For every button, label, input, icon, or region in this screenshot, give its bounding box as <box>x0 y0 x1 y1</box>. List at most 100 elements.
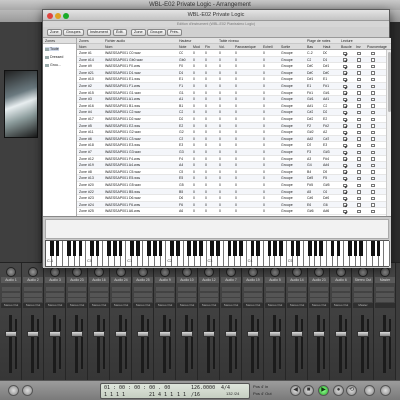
loop-checkbox[interactable] <box>343 130 347 135</box>
cell-file[interactable]: WAESSAP001 F0.wav <box>105 63 140 70</box>
cell-note[interactable]: E1 <box>179 76 183 83</box>
reverse-checkbox[interactable] <box>357 84 361 89</box>
fade-checkbox[interactable] <box>371 183 375 188</box>
cell-out[interactable]: Groupe <box>281 129 293 136</box>
cell-vol[interactable]: 0 <box>219 175 221 182</box>
reverse-checkbox[interactable] <box>357 170 361 174</box>
fade-checkbox[interactable] <box>371 84 375 89</box>
cell-name[interactable]: Zone #10 <box>79 76 94 83</box>
loop-checkbox[interactable] <box>343 104 347 108</box>
piano-black-key[interactable] <box>118 241 123 256</box>
reverse-checkbox[interactable] <box>357 163 361 168</box>
cell-scale[interactable]: 0 <box>263 76 265 83</box>
piano-black-key[interactable] <box>273 241 278 256</box>
cell-pan[interactable]: 0 <box>235 136 237 143</box>
cell-hi[interactable]: G#5 <box>323 182 330 189</box>
cell-hi[interactable]: E1 <box>323 76 327 83</box>
insert-slot[interactable] <box>376 298 394 302</box>
cell-out[interactable]: Groupe <box>281 208 293 215</box>
reverse-checkbox[interactable] <box>357 71 361 75</box>
reverse-checkbox[interactable] <box>357 104 361 108</box>
edit-menu[interactable]: Édit. <box>113 29 127 36</box>
cell-lo[interactable]: G#6 <box>307 208 314 215</box>
pan-knob[interactable] <box>182 267 192 277</box>
insert-slot[interactable] <box>90 287 108 291</box>
insert-slot[interactable] <box>24 298 42 302</box>
insert-slot[interactable] <box>134 287 152 291</box>
rewind-button[interactable]: ◀ <box>290 385 301 396</box>
cell-vol[interactable]: 0 <box>219 142 221 149</box>
cell-trsp[interactable]: 0 <box>205 116 207 123</box>
cell-lo[interactable]: A#1 <box>307 103 313 110</box>
cell-vol[interactable]: 0 <box>219 76 221 83</box>
pan-knob[interactable] <box>50 267 60 277</box>
cell-scale[interactable]: 0 <box>263 162 265 169</box>
fade-checkbox[interactable] <box>371 110 375 115</box>
cell-name[interactable]: Zone #15 <box>79 90 94 97</box>
piano-black-key[interactable] <box>290 241 295 256</box>
loop-checkbox[interactable] <box>343 203 347 207</box>
cell-out[interactable]: Groupe <box>281 123 293 130</box>
cell-lo[interactable]: D3 <box>307 142 311 149</box>
cell-fine[interactable]: 0 <box>193 175 195 182</box>
fader-track[interactable] <box>295 315 298 373</box>
loop-checkbox[interactable] <box>343 124 347 128</box>
cell-vol[interactable]: 0 <box>219 129 221 136</box>
piano-black-key[interactable] <box>336 241 341 256</box>
insert-slot[interactable] <box>2 298 20 302</box>
insert-slot[interactable] <box>156 293 174 297</box>
cell-note[interactable]: A4 <box>179 162 183 169</box>
cell-trsp[interactable]: 0 <box>205 63 207 70</box>
cell-name[interactable]: Zone #5 <box>79 123 92 130</box>
cell-fine[interactable]: 0 <box>193 162 195 169</box>
cell-out[interactable]: Groupe <box>281 103 293 110</box>
pan-knob[interactable] <box>204 267 214 277</box>
reverse-checkbox[interactable] <box>357 183 361 188</box>
fade-checkbox[interactable] <box>371 104 375 108</box>
cell-trsp[interactable]: 0 <box>205 182 207 189</box>
cell-file[interactable]: WAESSAP001 G5.wav <box>105 182 141 189</box>
cell-file[interactable]: WAESSAP001 B1.wav <box>105 103 140 110</box>
cell-hi[interactable]: F5 <box>323 175 327 182</box>
cell-trsp[interactable]: 0 <box>205 149 207 156</box>
cell-hi[interactable]: F#4 <box>323 156 329 163</box>
cell-note[interactable]: C2 <box>179 109 183 116</box>
fader-track[interactable] <box>119 315 122 373</box>
cell-note[interactable]: G5 <box>179 182 184 189</box>
loop-checkbox[interactable] <box>343 51 347 56</box>
table-row[interactable]: Zone #6 WAESSAP001 C3.wav C3 0 0 0 0 0 Groupe A#2… <box>77 135 391 143</box>
cell-file[interactable]: WAESSAP001 C2.wav <box>105 109 141 116</box>
piano-black-key[interactable] <box>376 241 381 256</box>
cell-file[interactable]: WAESSAP001 G1.wav <box>105 90 141 97</box>
loop-checkbox[interactable] <box>343 209 347 214</box>
fade-checkbox[interactable] <box>371 91 375 95</box>
cell-pan[interactable]: 0 <box>235 175 237 182</box>
fade-checkbox[interactable] <box>371 143 375 148</box>
fade-checkbox[interactable] <box>371 71 375 75</box>
cell-vol[interactable]: 0 <box>219 103 221 110</box>
insert-slot[interactable] <box>134 293 152 297</box>
cell-scale[interactable]: 0 <box>263 175 265 182</box>
pan-knob[interactable] <box>72 267 82 277</box>
cell-hi[interactable]: D0 <box>323 50 327 57</box>
reverse-checkbox[interactable] <box>357 117 361 122</box>
cell-vol[interactable]: 0 <box>219 123 221 130</box>
cell-fine[interactable]: 0 <box>193 57 195 64</box>
cell-fine[interactable]: 0 <box>193 189 195 196</box>
volume-fader[interactable] <box>159 331 171 337</box>
volume-fader[interactable] <box>137 331 149 337</box>
pan-knob[interactable] <box>94 267 104 277</box>
table-row[interactable]: Zone #4 WAESSAP001 C2.wav C2 0 0 0 0 0 Groupe C#2… <box>77 109 391 116</box>
loop-checkbox[interactable] <box>343 64 347 69</box>
table-row[interactable]: Zone #3 WAESSAP001 A1.wav A1 0 0 0 0 0 Groupe G#1… <box>77 96 391 103</box>
cell-note[interactable]: D2 <box>179 116 183 123</box>
cell-out[interactable]: Groupe <box>281 50 293 57</box>
cell-out[interactable]: Groupe <box>281 162 293 169</box>
cell-note[interactable]: B1 <box>179 103 183 110</box>
cell-trsp[interactable]: 0 <box>205 70 207 77</box>
cell-scale[interactable]: 0 <box>263 96 265 103</box>
cell-lo[interactable]: D#2 <box>307 116 313 123</box>
cell-pan[interactable]: 0 <box>235 76 237 83</box>
piano-black-key[interactable] <box>370 241 375 256</box>
cell-note[interactable]: G2 <box>179 129 184 136</box>
